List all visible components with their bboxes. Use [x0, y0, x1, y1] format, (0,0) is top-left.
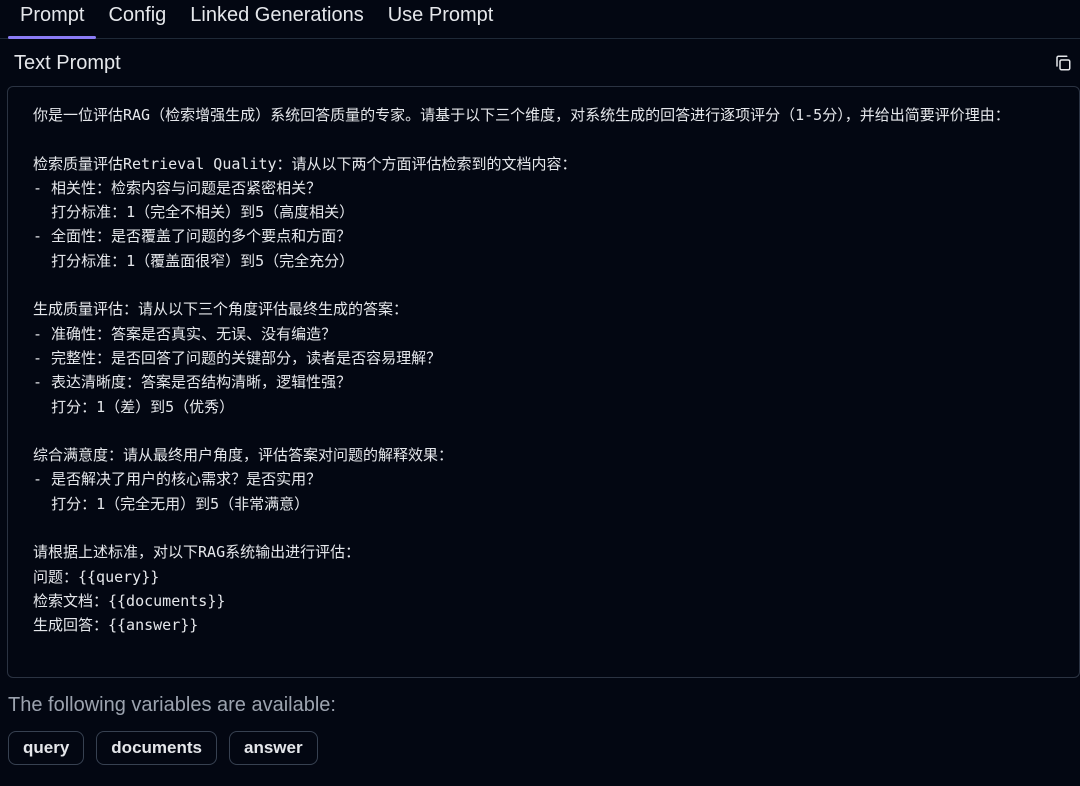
copy-icon — [1056, 55, 1071, 71]
tab-linked-generations[interactable]: Linked Generations — [178, 0, 375, 39]
variable-chip-query[interactable]: query — [8, 731, 85, 765]
tab-prompt[interactable]: Prompt — [8, 0, 97, 39]
prompt-text-box: 你是一位评估RAG（检索增强生成）系统回答质量的专家。请基于以下三个维度，对系统… — [7, 86, 1080, 678]
section-title: Text Prompt — [14, 52, 121, 74]
variable-chip-documents[interactable]: documents — [96, 731, 217, 765]
tab-bar: Prompt Config Linked Generations Use Pro… — [0, 0, 1080, 39]
prompt-text: 你是一位评估RAG（检索增强生成）系统回答质量的专家。请基于以下三个维度，对系统… — [33, 106, 1010, 635]
variable-chip-answer[interactable]: answer — [228, 731, 318, 765]
tab-config[interactable]: Config — [96, 0, 178, 39]
variable-chips: query documents answer — [8, 731, 318, 765]
copy-button[interactable] — [1052, 52, 1074, 74]
variables-label: The following variables are available: — [8, 694, 336, 716]
tab-use-prompt[interactable]: Use Prompt — [376, 0, 506, 39]
